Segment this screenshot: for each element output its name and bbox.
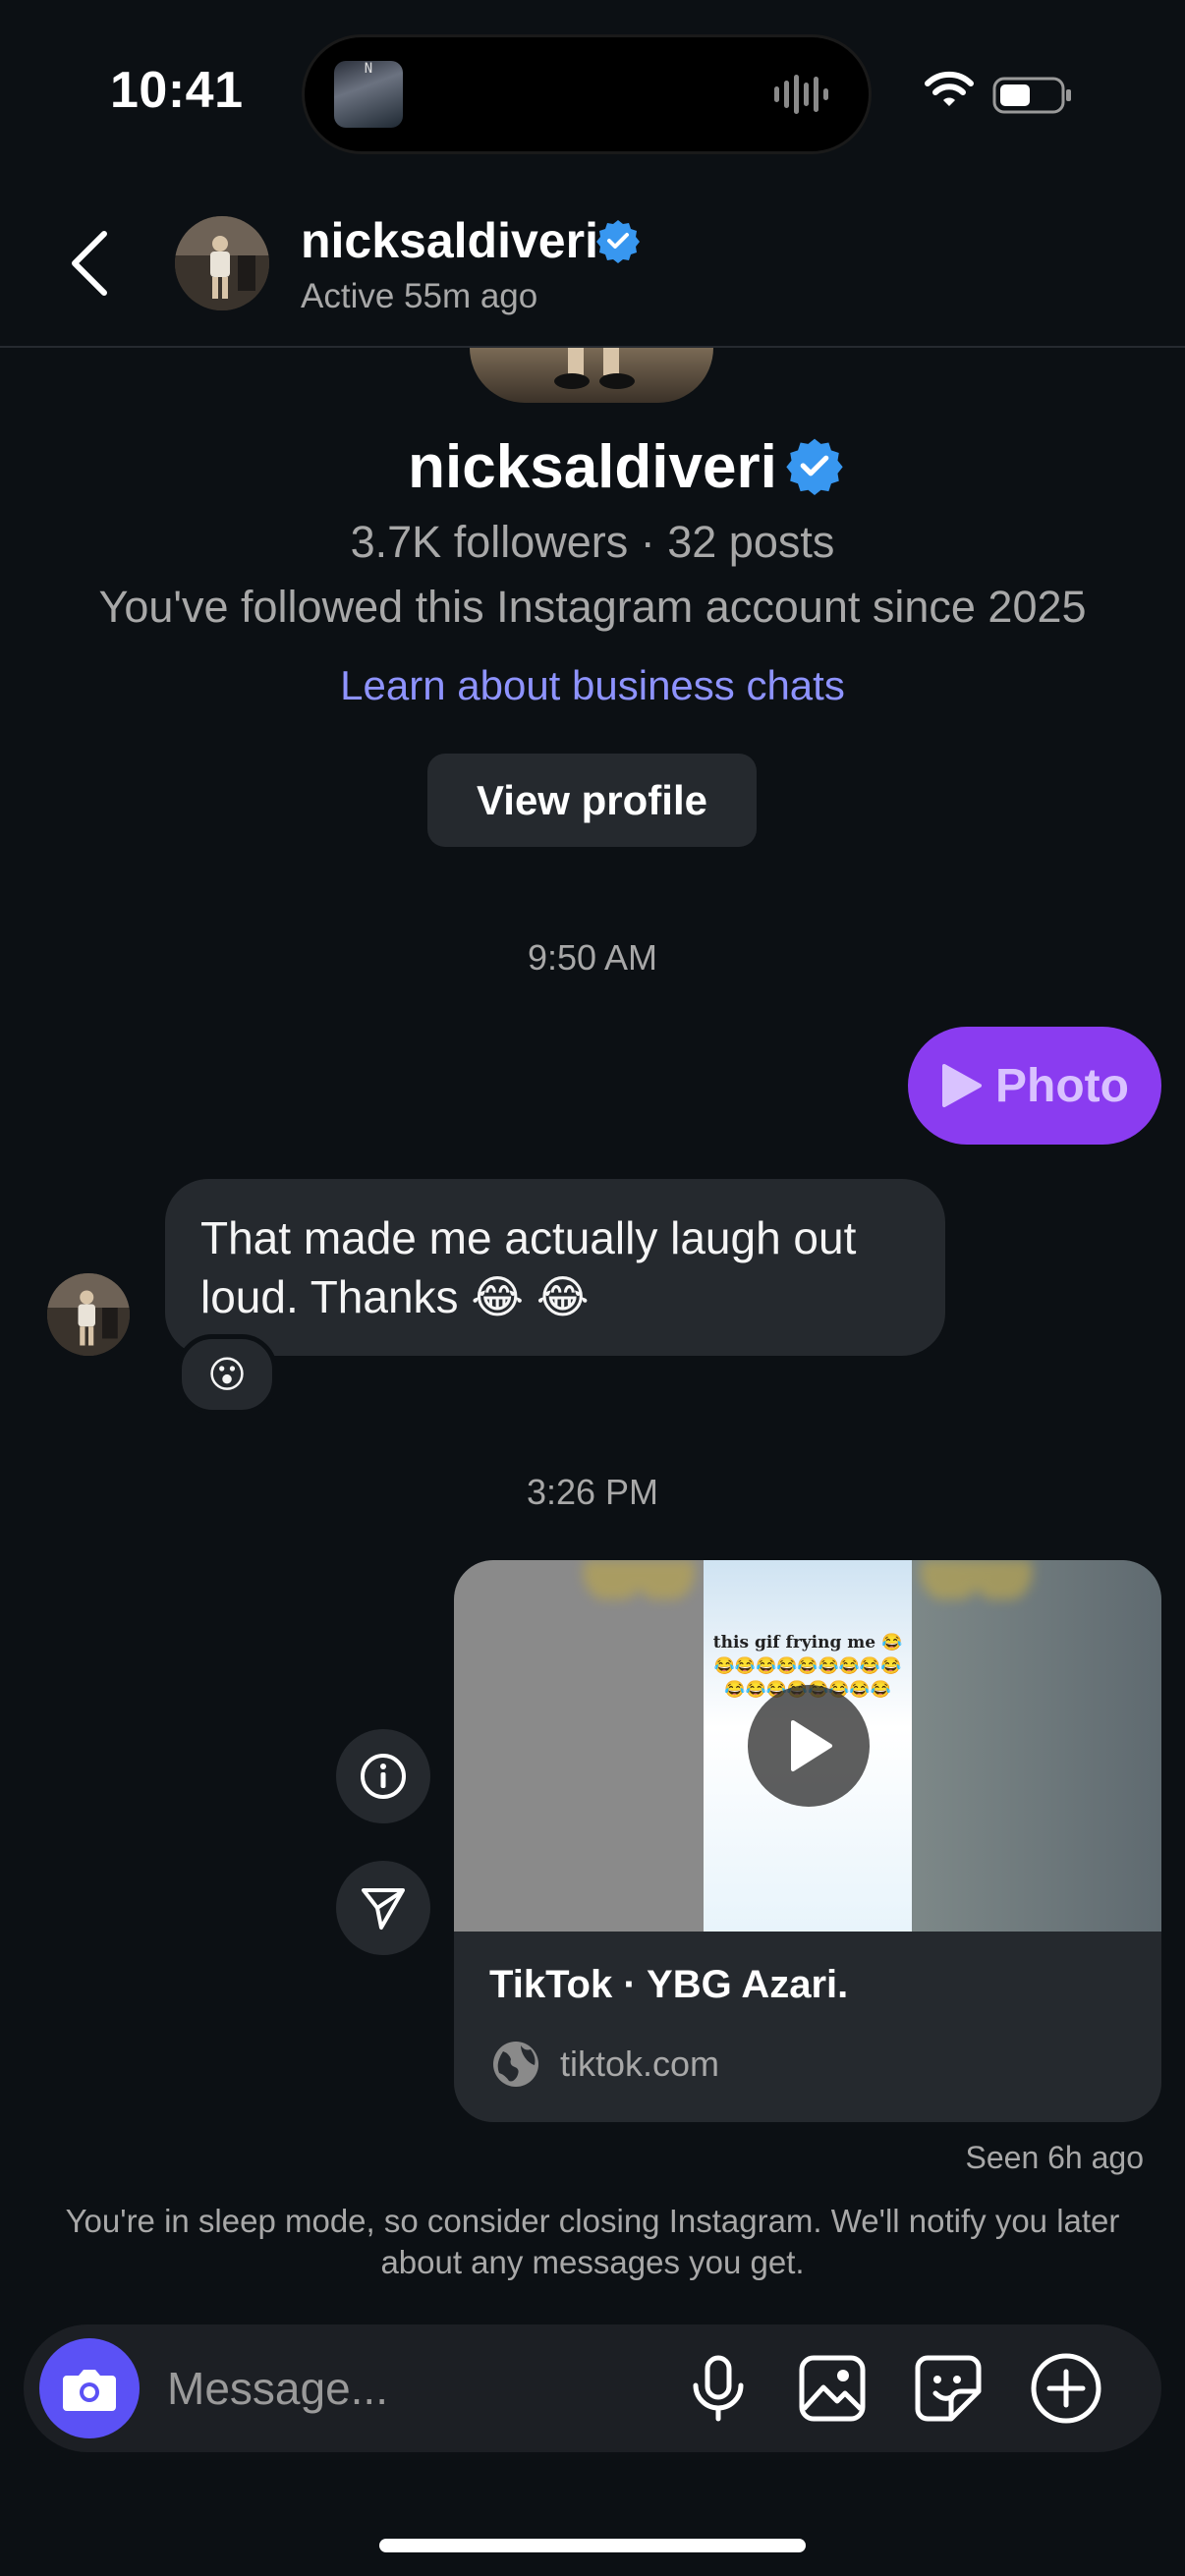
sent-photo-label: Photo: [995, 1059, 1129, 1112]
now-playing-thumbnail-label: N: [364, 61, 373, 77]
verified-badge-icon: [786, 438, 843, 495]
link-title: TikTok · YBG Azari.: [489, 1963, 849, 2006]
info-button[interactable]: [336, 1729, 430, 1823]
play-icon: [791, 1720, 832, 1771]
sleep-mode-notice: You're in sleep mode, so consider closin…: [65, 2203, 1120, 2280]
sender-avatar[interactable]: [47, 1273, 130, 1356]
home-indicator[interactable]: [379, 2539, 806, 2552]
header-username[interactable]: nicksaldiveri: [301, 212, 598, 269]
header-avatar[interactable]: [175, 216, 269, 310]
camera-icon: [63, 2370, 116, 2411]
profile-photo[interactable]: [470, 348, 713, 403]
play-button[interactable]: [748, 1685, 870, 1807]
info-icon: [361, 1754, 406, 1799]
video-preview[interactable]: this gif frying me 😂😂😂😂😂😂😂😂😂😂😂😂😂😂😂😂😂😂: [454, 1560, 1161, 1932]
avatar-person-icon: [175, 216, 269, 310]
globe-icon: [493, 2042, 538, 2087]
send-icon: [362, 1888, 405, 1930]
profile-follow-since: You've followed this Instagram account s…: [98, 582, 1087, 632]
plus-icon[interactable]: [1030, 2352, 1102, 2425]
seen-status: Seen 6h ago: [965, 2140, 1145, 2175]
profile-username: nicksaldiveri: [408, 433, 777, 501]
business-chats-link[interactable]: Learn about business chats: [0, 662, 1185, 709]
audio-waveform-icon: [774, 75, 828, 114]
header-active-status: Active 55m ago: [301, 277, 538, 315]
profile-photo-feet-icon: [554, 348, 635, 389]
camera-button[interactable]: [39, 2338, 140, 2438]
profile-stats: 3.7K followers · 32 posts: [350, 517, 835, 567]
status-time: 10:41: [110, 62, 244, 119]
received-message[interactable]: That made me actually laugh out loud. Th…: [165, 1179, 945, 1356]
tiktok-link-card[interactable]: this gif frying me 😂😂😂😂😂😂😂😂😂😂😂😂😂😂😂😂😂😂 Ti…: [454, 1560, 1161, 2122]
view-profile-button[interactable]: View profile: [427, 754, 757, 847]
profile-name-row: nicksaldiveri: [0, 432, 1185, 502]
microphone-icon[interactable]: [686, 2354, 751, 2423]
sticker-icon[interactable]: [914, 2354, 983, 2423]
message-timestamp: 3:26 PM: [526, 1472, 659, 1512]
battery-icon: [992, 77, 1071, 114]
verified-badge-icon: [596, 220, 640, 263]
sent-photo-message[interactable]: Photo: [908, 1027, 1161, 1145]
play-icon: [942, 1064, 983, 1107]
back-icon[interactable]: [65, 228, 116, 299]
message-input[interactable]: [165, 2358, 660, 2419]
now-playing-thumbnail[interactable]: N: [334, 61, 403, 128]
link-domain: tiktok.com: [560, 2044, 720, 2084]
gallery-icon[interactable]: [798, 2354, 867, 2423]
message-timestamp: 9:50 AM: [527, 937, 658, 978]
avatar-person-icon: [47, 1273, 130, 1356]
share-button[interactable]: [336, 1861, 430, 1955]
message-reaction[interactable]: 😮: [177, 1334, 277, 1415]
wifi-icon: [925, 71, 974, 106]
